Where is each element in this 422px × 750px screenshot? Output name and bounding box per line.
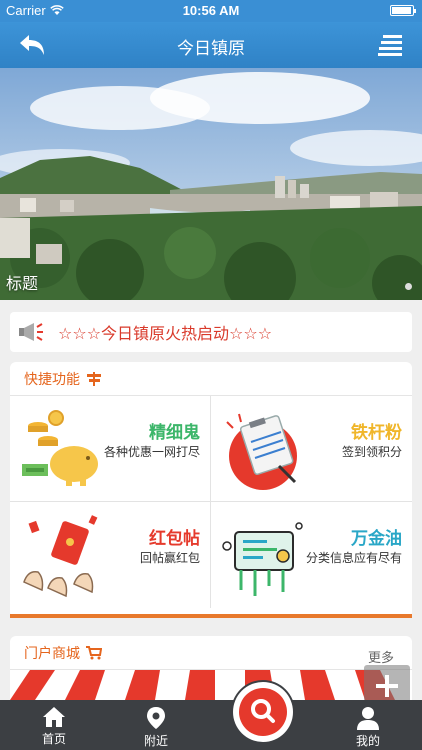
quick-item-subtitle: 各种优惠一网打尽: [103, 445, 200, 459]
tab-nearby[interactable]: 附近: [114, 700, 198, 750]
notice-bar[interactable]: ☆☆☆今日镇原火热启动☆☆☆: [10, 312, 412, 352]
banner-image: [0, 68, 422, 300]
nav-bar: 今日镇原: [0, 22, 422, 68]
tab-label: 我的: [355, 734, 380, 748]
panel-divider: [10, 614, 412, 618]
search-button-circle: [239, 688, 287, 736]
clock: 10:56 AM: [182, 3, 240, 18]
signpost-icon: [87, 371, 101, 386]
quick-item-subtitle: 回帖赢红包: [139, 551, 200, 565]
banner-caption: 标题: [6, 274, 39, 293]
quick-item-classifieds[interactable]: 万金油 分类信息应有尽有: [211, 502, 412, 608]
carousel-indicator: [405, 283, 412, 290]
banner-carousel[interactable]: 标题: [0, 68, 422, 300]
more-label: 更多: [368, 651, 395, 666]
red-envelope-hands-icon: [23, 515, 98, 598]
piggy-bank-coins-icon: [22, 410, 98, 486]
quick-functions-title: 快捷功能: [24, 371, 80, 388]
tab-profile[interactable]: 我的: [326, 700, 410, 750]
tab-bar: 首页 附近 我的: [0, 700, 422, 750]
location-pin-icon: [147, 707, 165, 729]
mall-header[interactable]: 门户商城: [10, 636, 412, 670]
battery-icon: [390, 5, 416, 16]
notice-text: ☆☆☆今日镇原火热启动☆☆☆: [58, 324, 273, 343]
home-icon: [43, 707, 65, 727]
quick-item-bargains[interactable]: 精细鬼 各种优惠一网打尽: [10, 396, 211, 502]
calendar-clipboard-icon: [226, 413, 297, 490]
quick-item-red-envelope[interactable]: 红包帖 回帖赢红包: [10, 502, 211, 608]
megaphone-icon: [19, 323, 43, 341]
quick-item-title: 红包帖: [149, 529, 200, 549]
list-menu-icon[interactable]: [378, 34, 402, 56]
quick-item-title: 铁杆粉: [351, 423, 402, 443]
page-title: 今日镇原: [177, 39, 245, 59]
mall-title: 门户商城: [24, 645, 80, 662]
quick-item-title: 万金油: [351, 529, 402, 549]
quick-item-checkin[interactable]: 铁杆粉 签到领积分: [211, 396, 412, 502]
quick-functions-panel: 快捷功能 精细鬼 各种优惠一网打尽 铁杆粉 签到领积分 红包帖 回帖赢红包 万金…: [10, 362, 412, 618]
quick-item-subtitle: 签到领积分: [341, 445, 402, 459]
quick-functions-header: 快捷功能: [10, 362, 412, 396]
search-icon: [251, 699, 275, 723]
tab-home[interactable]: 首页: [12, 700, 96, 750]
user-icon: [357, 707, 379, 730]
quick-item-subtitle: 分类信息应有尽有: [305, 551, 402, 565]
shopping-cart-icon: [86, 645, 102, 659]
quick-item-title: 精细鬼: [149, 423, 200, 443]
tab-label: 首页: [41, 732, 66, 746]
status-bar: Carrier 10:56 AM: [0, 0, 422, 22]
search-button[interactable]: [233, 682, 293, 742]
quick-functions-grid: 精细鬼 各种优惠一网打尽 铁杆粉 签到领积分 红包帖 回帖赢红包 万金油 分类信…: [10, 396, 412, 608]
tab-label: 附近: [143, 734, 168, 748]
info-board-icon: [222, 522, 303, 596]
